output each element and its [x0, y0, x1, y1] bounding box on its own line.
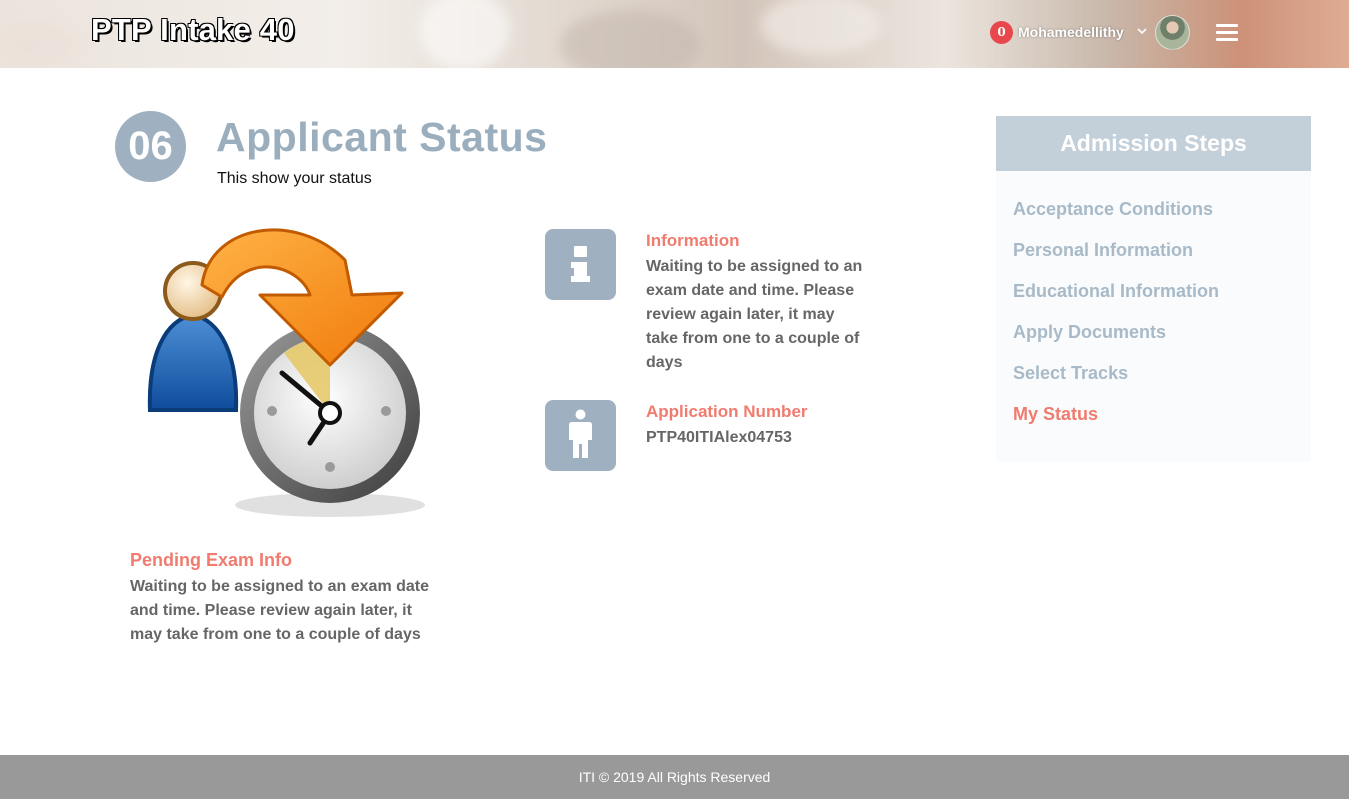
admission-steps-title: Admission Steps — [996, 116, 1311, 171]
application-number-value: PTP40ITIAlex04753 — [646, 429, 792, 446]
admission-steps-panel: Admission Steps Acceptance Conditions Pe… — [996, 116, 1311, 462]
step-number-badge: 06 — [115, 111, 186, 182]
user-menu-name[interactable]: Mohamedellithy — [1018, 24, 1124, 40]
footer-copyright: ITI © 2019 All Rights Reserved — [578, 769, 771, 785]
pending-exam-text: Waiting to be assigned to an exam date a… — [130, 578, 430, 643]
chevron-down-icon[interactable] — [1137, 26, 1147, 36]
information-text: Waiting to be assigned to an exam date a… — [646, 258, 863, 371]
notification-badge[interactable]: 0 — [990, 21, 1013, 44]
application-number-title: Application Number — [646, 402, 808, 421]
footer: ITI © 2019 All Rights Reserved — [0, 755, 1349, 799]
page-title: Applicant Status — [216, 114, 548, 160]
pending-clock-illustration — [147, 228, 425, 517]
step-acceptance-conditions[interactable]: Acceptance Conditions — [1013, 199, 1213, 220]
site-title[interactable]: PTP Intake 40 — [91, 12, 295, 48]
step-select-tracks[interactable]: Select Tracks — [1013, 363, 1128, 384]
info-icon — [571, 246, 590, 282]
person-icon-box — [545, 400, 616, 471]
menu-icon[interactable] — [1216, 24, 1238, 41]
pending-exam-title: Pending Exam Info — [130, 550, 293, 570]
step-apply-documents[interactable]: Apply Documents — [1013, 322, 1166, 343]
avatar[interactable] — [1155, 15, 1190, 50]
top-header: PTP Intake 40 0 Mohamedellithy — [0, 0, 1349, 68]
information-title: Information — [646, 231, 740, 250]
page-subtitle: This show your status — [217, 170, 372, 187]
step-educational-information[interactable]: Educational Information — [1013, 281, 1219, 302]
step-personal-information[interactable]: Personal Information — [1013, 240, 1193, 261]
step-my-status[interactable]: My Status — [1013, 404, 1098, 425]
person-icon — [569, 409, 592, 458]
info-icon-box — [545, 229, 616, 300]
